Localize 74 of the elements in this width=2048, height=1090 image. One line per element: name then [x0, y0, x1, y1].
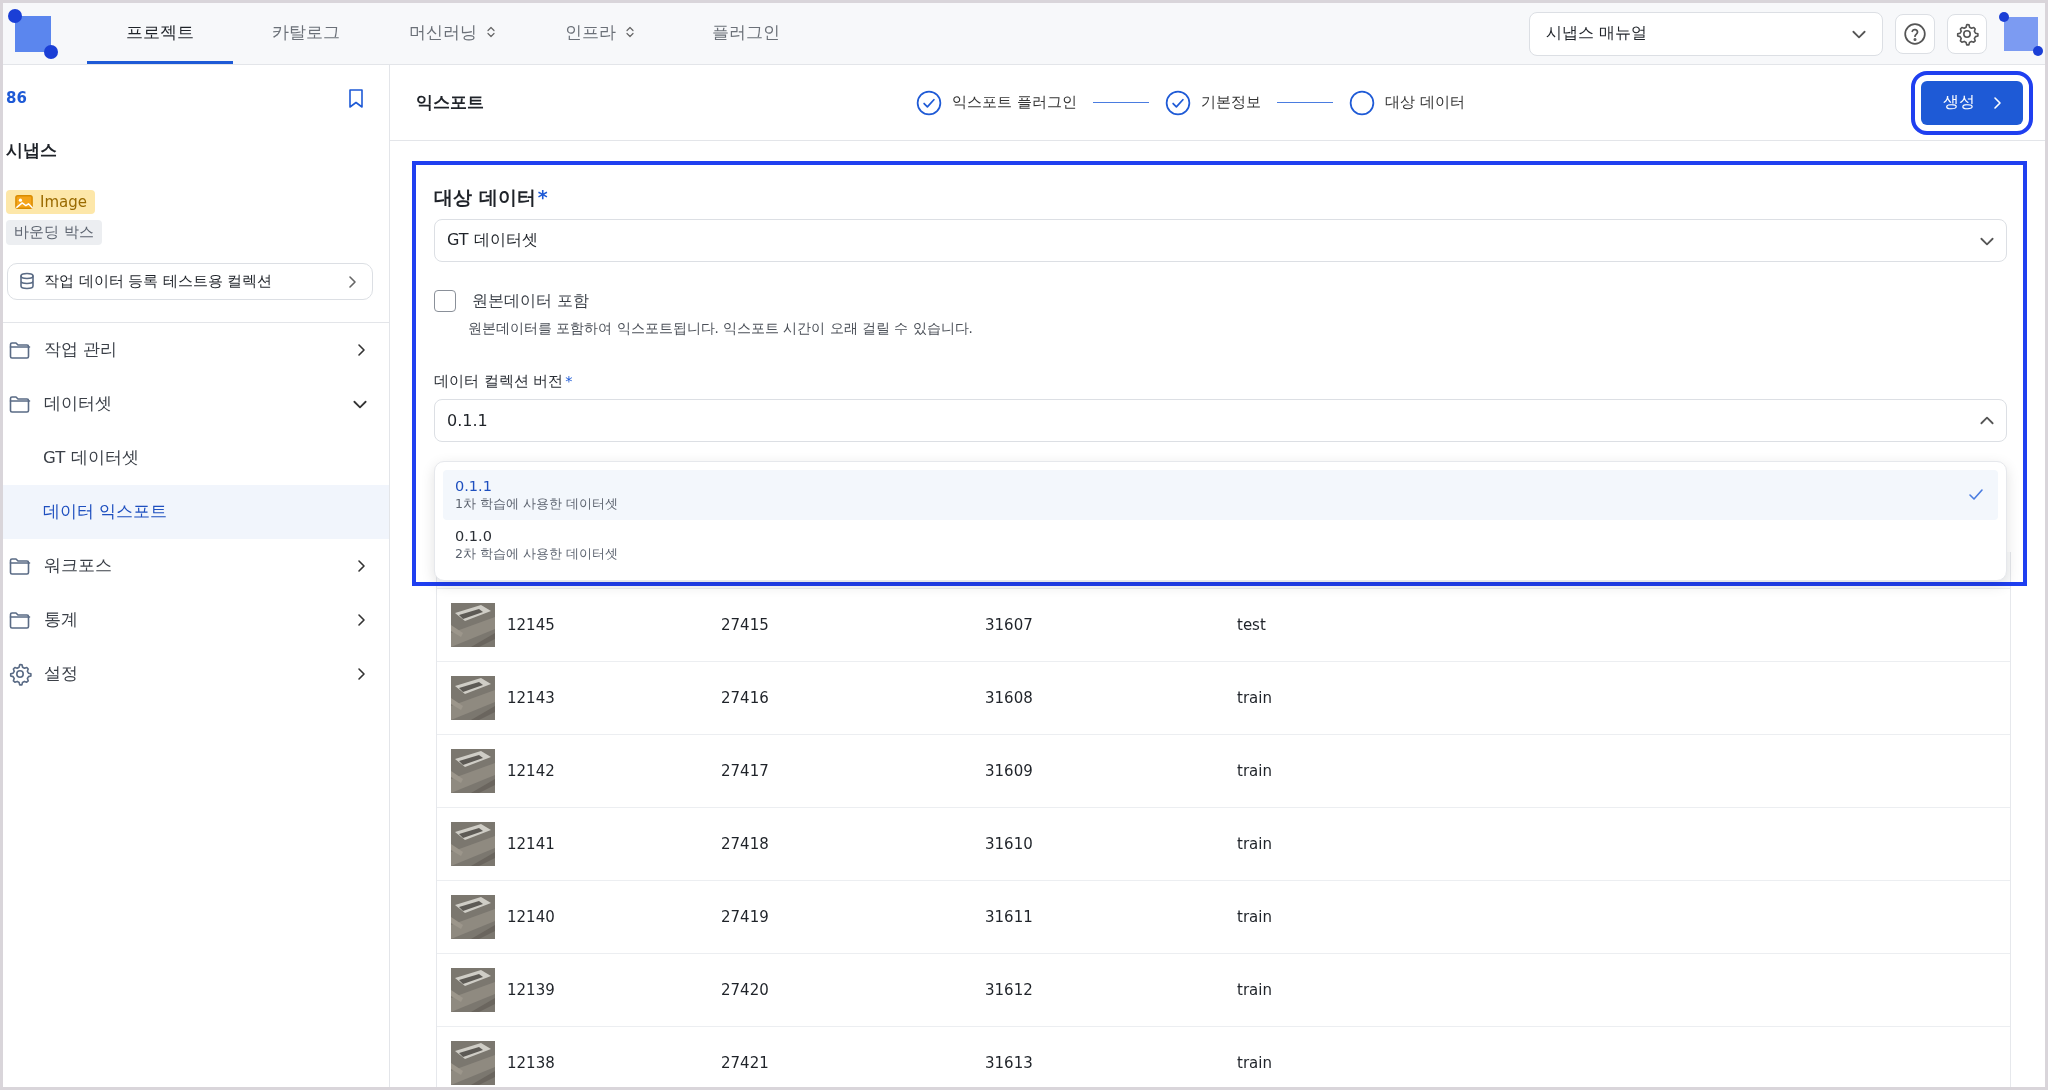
table-cell: 12145	[507, 616, 555, 634]
help-button[interactable]	[1895, 13, 1935, 54]
table-cell-text: train	[1236, 689, 1273, 707]
collection-button[interactable]: 작업 데이터 등록 테스트용 컬렉션	[7, 263, 373, 300]
table-cell-text: 31610	[984, 835, 1034, 853]
table-cell-text: 27418	[720, 835, 770, 853]
project-name: 시냅스	[5, 139, 58, 162]
table-cell-text: 27416	[720, 689, 770, 707]
page-title: 익스포트	[416, 91, 485, 114]
app-logo	[7, 7, 59, 60]
table-cell-text: 27419	[720, 908, 770, 926]
table-cell-text: train	[1236, 762, 1273, 780]
table-cell-text: 27415	[720, 616, 770, 634]
required-mark: *	[565, 373, 573, 389]
table-cell-text: train	[1236, 981, 1273, 999]
folder-icon	[8, 393, 32, 415]
step-label: 대상 데이터	[1384, 93, 1465, 112]
table-cell: 12141	[507, 835, 555, 853]
table-cell-text: train	[1236, 835, 1273, 853]
tag: Image	[6, 190, 95, 214]
nav-tab[interactable]: 프로젝트	[87, 3, 233, 64]
table-cell: 12143	[507, 689, 555, 707]
workspace-select[interactable]: 시냅스 매뉴얼	[1529, 11, 1883, 56]
table-cell-text: 31609	[984, 762, 1034, 780]
nav-tab[interactable]: 카탈로그	[233, 3, 379, 64]
dropdown-option[interactable]: 0.1.1 1차 학습에 사용한 데이터셋	[443, 470, 1998, 520]
project-id: 86	[6, 89, 27, 107]
nav-tab[interactable]: 플러그인	[673, 3, 819, 64]
required-mark: *	[537, 186, 548, 208]
help-text: 원본데이터를 포함하여 익스포트됩니다. 익스포트 시간이 오래 걸릴 수 있습니다.	[468, 320, 974, 338]
target-data-select[interactable]: GT 데이터셋	[434, 219, 2007, 262]
table-cell: 12140	[507, 908, 555, 926]
field-label: 대상 데이터	[434, 186, 536, 208]
step-label: 익스포트 플러그인	[952, 93, 1077, 112]
help-icon	[1903, 21, 1927, 46]
nav-tab[interactable]: 머신러닝	[379, 3, 527, 64]
settings-icon	[8, 662, 32, 686]
sidebar-item[interactable]: 워크포스	[3, 539, 389, 593]
folder-icon	[8, 555, 32, 577]
table-cell-text: test	[1236, 616, 1267, 634]
database-icon	[18, 272, 36, 291]
table-cell-text: 31611	[984, 908, 1034, 926]
table-cell-text: 31613	[984, 1054, 1034, 1072]
checkbox-label: 원본데이터 포함	[472, 290, 590, 312]
table-cell-text: train	[1236, 1054, 1273, 1072]
settings-icon	[1955, 21, 1979, 46]
table-cell-text: 27420	[720, 981, 770, 999]
nav-tab[interactable]: 인프라	[527, 3, 673, 64]
sidebar-item[interactable]: 설정	[3, 647, 389, 701]
table-cell: 12138	[507, 1054, 555, 1072]
dropdown-option[interactable]: 0.1.0 2차 학습에 사용한 데이터셋	[443, 520, 1998, 570]
sidebar-subitem[interactable]: GT 데이터셋	[3, 431, 389, 485]
folder-icon	[8, 339, 32, 361]
tag: 바운딩 박스	[6, 220, 102, 245]
sidebar-item[interactable]: 통계	[3, 593, 389, 647]
table-cell-text: train	[1236, 908, 1273, 926]
step-label: 기본정보	[1200, 93, 1261, 112]
folder-icon	[8, 609, 32, 631]
sidebar-item[interactable]: 작업 관리	[3, 323, 389, 377]
table-cell-text: 27421	[720, 1054, 770, 1072]
image-icon	[14, 193, 34, 211]
table-cell-text: 31612	[984, 981, 1034, 999]
version-select[interactable]: 0.1.1	[434, 399, 2007, 442]
sidebar-item[interactable]: 데이터셋	[3, 377, 389, 431]
table-cell-text: 27417	[720, 762, 770, 780]
field-label: 데이터 컬렉션 버전	[434, 373, 564, 389]
checkbox[interactable]	[434, 290, 456, 312]
settings-button[interactable]	[1947, 13, 1987, 54]
user-avatar	[1999, 11, 2043, 56]
table-cell: 12139	[507, 981, 555, 999]
table-cell-text: 31607	[984, 616, 1034, 634]
table-cell: 12142	[507, 762, 555, 780]
sidebar-subitem[interactable]: 데이터 익스포트	[3, 485, 389, 539]
table-cell-text: 31608	[984, 689, 1034, 707]
